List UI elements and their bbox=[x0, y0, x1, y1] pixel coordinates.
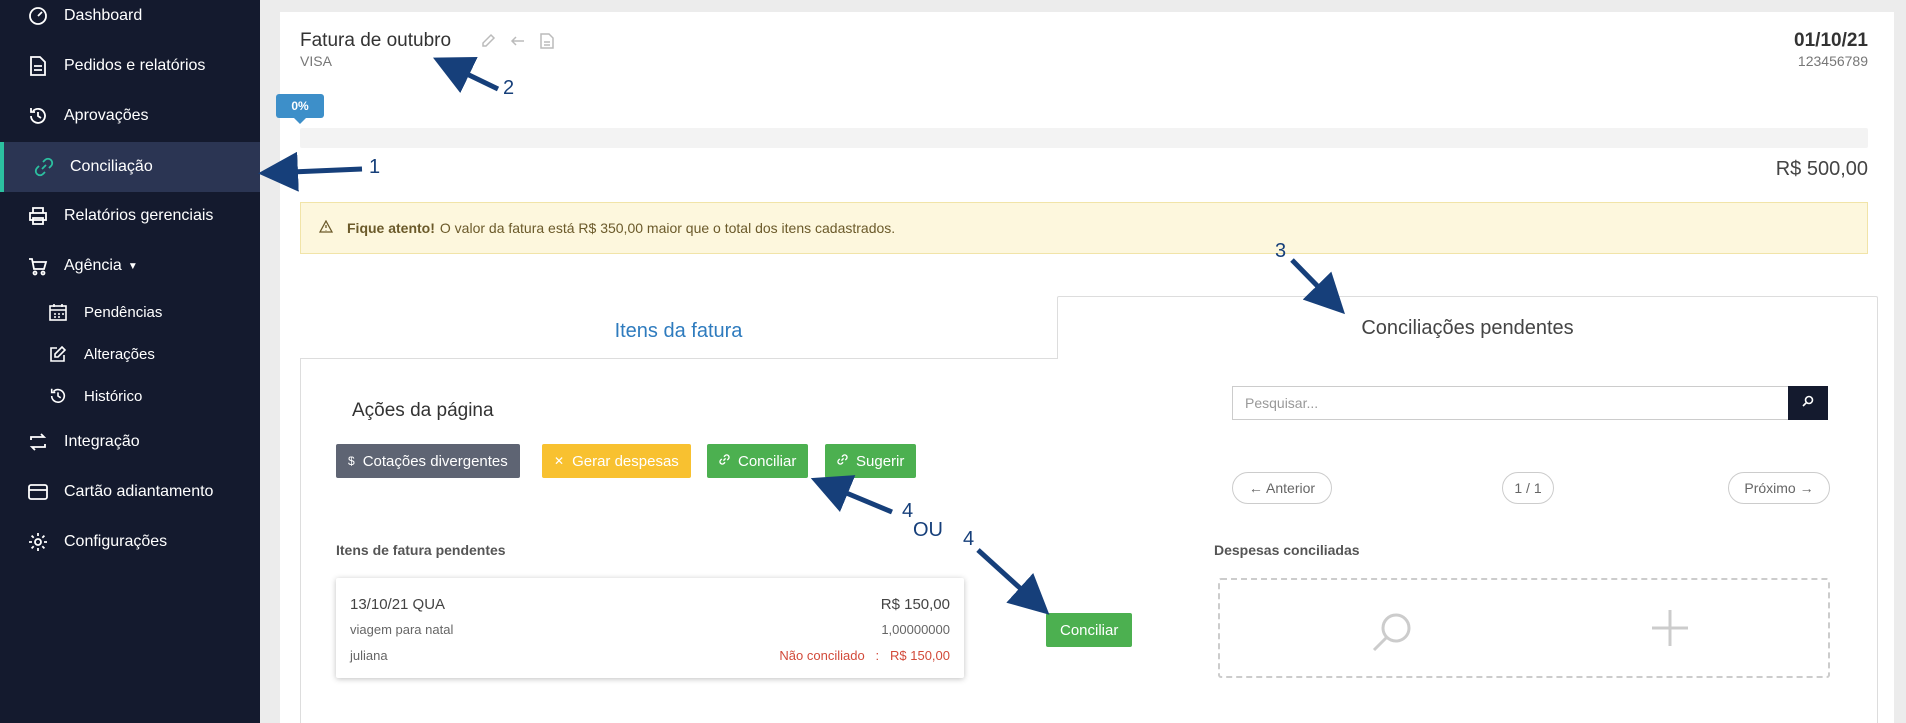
status-amount: R$ 150,00 bbox=[890, 648, 950, 663]
tab-conciliacoes-pendentes[interactable]: Conciliações pendentes bbox=[1057, 296, 1878, 359]
item-rate: 1,00000000 bbox=[881, 622, 950, 637]
tab-itens-da-fatura[interactable]: Itens da fatura bbox=[300, 304, 1057, 359]
sidebar-item-label: Pendências bbox=[84, 303, 163, 321]
gear-icon bbox=[26, 530, 50, 554]
annotation-ou: OU bbox=[913, 519, 943, 541]
sidebar-item-conciliacao[interactable]: Conciliação bbox=[0, 142, 260, 192]
link-icon bbox=[719, 454, 730, 468]
progress-bar bbox=[300, 128, 1868, 148]
annotation-2: 2 bbox=[503, 77, 515, 99]
search-icon bbox=[1370, 610, 1414, 659]
sidebar-item-agencia[interactable]: Agência ▼ bbox=[0, 244, 260, 288]
item-status: Não conciliado : R$ 150,00 bbox=[779, 648, 950, 663]
sidebar-item-label: Relatórios gerenciais bbox=[64, 207, 214, 224]
title-actions bbox=[480, 33, 554, 54]
next-page-button[interactable]: Próximo → bbox=[1728, 472, 1830, 504]
reconciled-dropzone[interactable] bbox=[1218, 578, 1830, 678]
page-title: Fatura de outubro bbox=[300, 30, 452, 51]
conciliar-button[interactable]: Conciliar bbox=[707, 444, 809, 478]
document-icon bbox=[26, 54, 50, 78]
pending-item-card[interactable]: 13/10/21 QUA R$ 150,00 viagem para natal… bbox=[336, 578, 964, 678]
sidebar-item-label: Histórico bbox=[84, 387, 143, 405]
annotation-4a: 4 bbox=[902, 500, 914, 522]
reconciled-expenses-title: Despesas conciliadas bbox=[1214, 542, 1360, 558]
cotacoes-divergentes-button[interactable]: $ Cotações divergentes bbox=[336, 444, 520, 478]
progress-badge: 0% bbox=[276, 94, 324, 124]
sidebar-item-label: Aprovações bbox=[64, 107, 149, 124]
link-icon bbox=[837, 454, 848, 468]
status-text: Não conciliado bbox=[779, 648, 865, 663]
search-input[interactable] bbox=[1232, 386, 1792, 420]
chevron-down-icon: ▼ bbox=[127, 260, 138, 272]
annotation-3: 3 bbox=[1275, 240, 1287, 262]
sidebar-item-label: Integração bbox=[64, 433, 140, 450]
sidebar: Dashboard Pedidos e relatórios Aprovaçõe… bbox=[0, 0, 260, 723]
sidebar-item-alteracoes[interactable]: Alterações bbox=[0, 334, 260, 374]
button-label: Sugerir bbox=[856, 452, 905, 470]
sidebar-item-historico[interactable]: Histórico bbox=[0, 376, 260, 416]
document-number: 123456789 bbox=[1797, 53, 1868, 69]
previous-page-button[interactable]: ← Anterior bbox=[1232, 472, 1332, 504]
edit-icon bbox=[46, 342, 70, 366]
history-icon bbox=[26, 104, 50, 128]
dollar-icon: $ bbox=[348, 454, 355, 468]
cart-icon bbox=[26, 254, 50, 278]
item-amount: R$ 150,00 bbox=[880, 596, 950, 613]
pencil-icon[interactable] bbox=[480, 33, 496, 54]
status-separator: : bbox=[875, 648, 880, 663]
file-icon[interactable] bbox=[540, 33, 554, 54]
gerar-despesas-button[interactable]: ✕ Gerar despesas bbox=[542, 444, 691, 478]
sidebar-item-cartao[interactable]: Cartão adiantamento bbox=[0, 470, 260, 514]
sidebar-item-label: Conciliação bbox=[70, 158, 153, 175]
page-indicator: 1 / 1 bbox=[1502, 472, 1554, 504]
card-brand: VISA bbox=[300, 53, 332, 69]
item-description: viagem para natal bbox=[350, 622, 454, 637]
pending-items-title: Itens de fatura pendentes bbox=[336, 542, 506, 558]
warning-alert: Fique atento! O valor da fatura está R$ … bbox=[300, 202, 1868, 254]
sidebar-item-pedidos[interactable]: Pedidos e relatórios bbox=[0, 44, 260, 88]
link-icon bbox=[32, 155, 56, 179]
sidebar-item-label: Pedidos e relatórios bbox=[64, 57, 206, 74]
conciliar-item-button[interactable]: Conciliar bbox=[1046, 613, 1133, 647]
sidebar-item-label: Dashboard bbox=[64, 7, 143, 24]
sidebar-item-integracao[interactable]: Integração bbox=[0, 420, 260, 464]
warning-icon bbox=[318, 219, 334, 236]
sidebar-item-aprovacoes[interactable]: Aprovações bbox=[0, 94, 260, 138]
history-icon bbox=[46, 384, 70, 408]
button-label: Cotações divergentes bbox=[362, 452, 508, 470]
credit-card-icon bbox=[26, 480, 50, 504]
sidebar-item-label: Configurações bbox=[64, 533, 168, 550]
search-button[interactable] bbox=[1788, 386, 1828, 420]
dashboard-icon bbox=[26, 4, 50, 28]
button-label: Conciliar bbox=[738, 452, 797, 470]
alert-strong: Fique atento! bbox=[347, 220, 435, 236]
printer-icon bbox=[26, 204, 50, 228]
sync-icon bbox=[26, 430, 50, 454]
sidebar-item-configuracoes[interactable]: Configurações bbox=[0, 520, 260, 564]
actions-title: Ações da página bbox=[352, 400, 494, 421]
search-icon bbox=[1802, 394, 1814, 412]
plus-icon bbox=[1650, 608, 1690, 653]
calendar-icon bbox=[46, 300, 70, 324]
button-label: Gerar despesas bbox=[572, 452, 679, 470]
arrow-left-icon[interactable] bbox=[510, 33, 526, 54]
sidebar-item-relatorios[interactable]: Relatórios gerenciais bbox=[0, 194, 260, 238]
tools-icon: ✕ bbox=[554, 454, 565, 468]
item-date: 13/10/21 QUA bbox=[350, 596, 446, 613]
invoice-total: R$ 500,00 bbox=[1775, 158, 1868, 180]
sidebar-item-label: Alterações bbox=[84, 345, 155, 363]
sidebar-item-pendencias[interactable]: Pendências bbox=[0, 292, 260, 332]
main-panel: Fatura de outubro VISA 01/10/21 12345678… bbox=[276, 12, 1894, 723]
item-user: juliana bbox=[350, 648, 388, 663]
annotation-4b: 4 bbox=[963, 528, 975, 550]
sidebar-item-dashboard[interactable]: Dashboard bbox=[0, 0, 260, 38]
invoice-date: 01/10/21 bbox=[1794, 30, 1868, 51]
sidebar-item-label: Agência bbox=[64, 257, 122, 274]
sugerir-button[interactable]: Sugerir bbox=[825, 444, 917, 478]
alert-message: O valor da fatura está R$ 350,00 maior q… bbox=[439, 220, 896, 236]
sidebar-item-label: Cartão adiantamento bbox=[64, 483, 214, 500]
annotation-1: 1 bbox=[369, 156, 381, 178]
